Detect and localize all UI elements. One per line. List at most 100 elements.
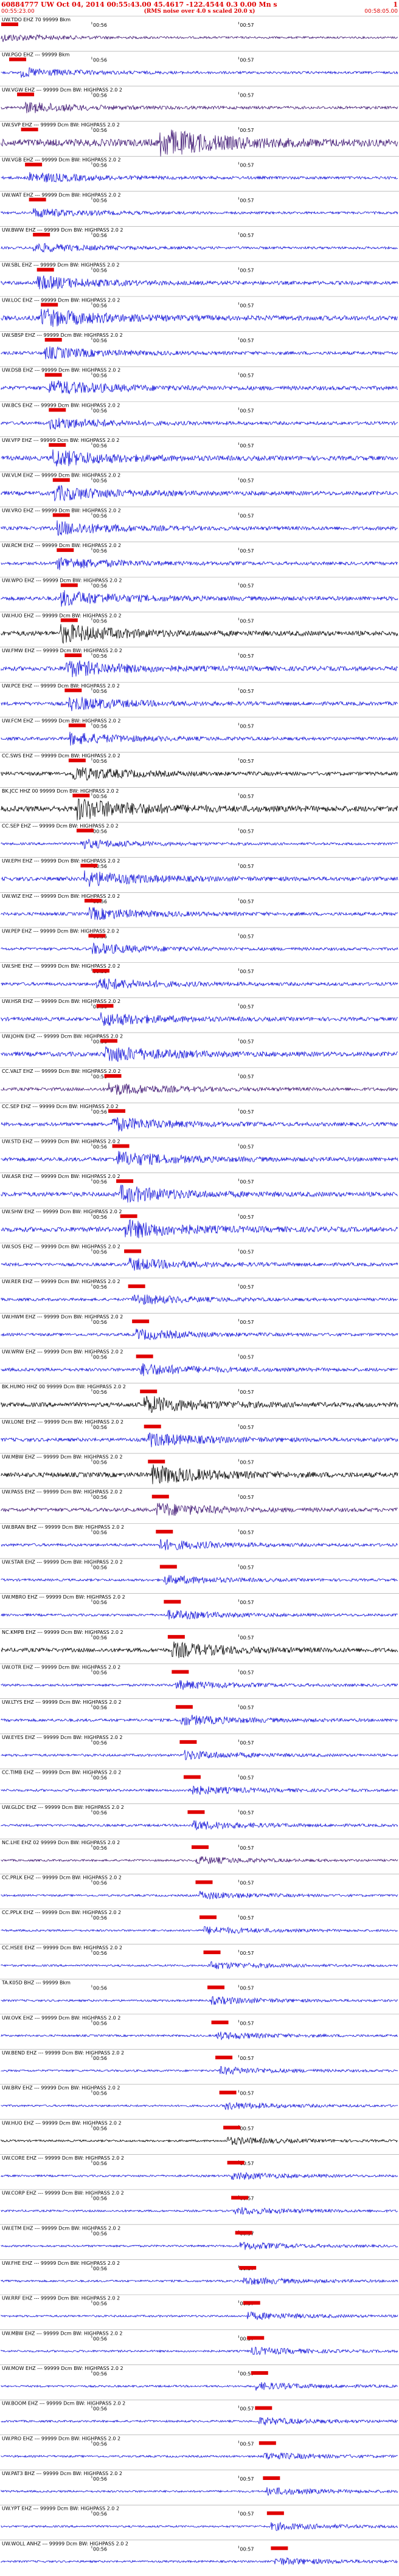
time-tick-label: 00:56 xyxy=(93,1845,107,1851)
time-tick-label: 00:56 xyxy=(93,548,107,554)
time-tick-label: 00:56 xyxy=(93,268,107,274)
time-tick-label: 00:56 xyxy=(93,2231,107,2236)
pick-marker xyxy=(1,22,18,26)
pick-marker xyxy=(76,828,94,833)
time-tick-label: 00:57 xyxy=(240,1495,254,1500)
pick-marker xyxy=(64,653,82,658)
channel-label: UW.CORP EHZ --- 99999 Dcm BW: HIGHPASS 2… xyxy=(2,2191,124,2196)
waveform-trace xyxy=(1,1641,398,1658)
pick-marker xyxy=(116,1179,134,1183)
pick-marker xyxy=(57,548,74,553)
time-tick-label: 00:57 xyxy=(240,1915,254,1921)
time-tick-label: 00:57 xyxy=(240,1775,254,1781)
time-tick-label: 00:57 xyxy=(240,653,254,659)
time-tick-label: 00:56 xyxy=(93,1320,107,1325)
time-tick-label: 00:57 xyxy=(240,2512,254,2517)
pick-marker xyxy=(255,2406,272,2410)
channel-label: UW.WRW EHZ --- 99999 Dcm BW: HIGHPASS 2.… xyxy=(2,1349,123,1355)
waveform-trace xyxy=(1,1396,398,1413)
pick-marker xyxy=(223,2126,241,2130)
rms-note: (RMS noise over 4.0 s scaled 20.0 x) xyxy=(144,9,255,15)
time-tick-label: 00:57 xyxy=(240,1320,254,1325)
pick-marker xyxy=(164,1600,181,1604)
time-tick-label: 00:57 xyxy=(240,408,254,413)
waveform-trace xyxy=(1,449,398,467)
time-tick-label: 00:56 xyxy=(93,1425,107,1430)
channel-label: CC.PRLK EHZ --- 99999 Dcm BW: HIGHPASS 2… xyxy=(2,1875,122,1881)
time-tick-label: 00:56 xyxy=(93,1530,107,1535)
event-title: 60884777 UW Oct 04, 2014 00:55:43.00 45.… xyxy=(1,1,277,9)
time-tick-label: 00:57 xyxy=(240,92,254,98)
pick-marker xyxy=(41,303,58,307)
pick-marker xyxy=(151,1495,169,1499)
waveform-trace xyxy=(1,1117,398,1132)
time-tick-label: 00:57 xyxy=(240,934,254,939)
waveform-trace xyxy=(1,1539,398,1551)
time-tick-label: 00:57 xyxy=(240,128,254,133)
time-tick-label: 00:56 xyxy=(93,1951,107,1956)
time-tick-label: 00:57 xyxy=(240,1986,254,1991)
time-tick-label: 00:57 xyxy=(240,2546,254,2552)
pick-marker xyxy=(100,1039,117,1043)
waveform-trace xyxy=(1,1785,398,1795)
channel-label: UW.EYES EHZ --- 99999 Dcm BW: HIGHPASS 2… xyxy=(2,1735,123,1740)
waveform-trace xyxy=(1,1961,398,1969)
time-tick-label: 00:57 xyxy=(240,1635,254,1641)
waveform-trace xyxy=(1,697,398,711)
pick-marker xyxy=(211,2020,229,2025)
pick-marker xyxy=(96,1004,114,1008)
channel-label: UW.FHE EHZ --- 99999 Dcm BW: HIGHPASS 2.… xyxy=(2,2261,120,2266)
time-tick-label: 00:56 xyxy=(93,1740,107,1746)
pick-marker xyxy=(266,2511,284,2515)
waveform-trace xyxy=(1,2452,398,2460)
time-tick-label: 00:56 xyxy=(93,233,107,238)
time-tick-label: 00:56 xyxy=(93,443,107,449)
pick-marker xyxy=(92,969,109,973)
time-tick-label: 00:56 xyxy=(93,1249,107,1255)
time-tick-label: 00:56 xyxy=(93,1600,107,1605)
waveform-trace xyxy=(1,2521,398,2531)
waveform-trace xyxy=(1,1083,398,1095)
pick-marker xyxy=(215,2055,233,2059)
waveform-trace xyxy=(1,2137,398,2146)
channel-label: UW.PGO EHZ --- 99999 Bkm xyxy=(2,52,70,58)
waveform-trace xyxy=(1,2206,398,2215)
time-tick-label: 00:57 xyxy=(240,303,254,308)
channel-label: TA.K05D BHZ --- 99999 Bkm xyxy=(1,1980,71,1986)
pick-marker xyxy=(195,1880,213,1884)
waveform-trace xyxy=(1,2311,398,2320)
channel-label: UW.SVP EHZ --- 99999 Dcm BW: HIGHPASS 2.… xyxy=(2,122,120,128)
time-tick-label: 00:56 xyxy=(93,2020,107,2026)
pick-marker xyxy=(128,1284,145,1289)
channel-label: CC.PPLK EHZ --- 99999 Dcm BW: HIGHPASS 2… xyxy=(2,1910,121,1915)
time-tick-label: 00:56 xyxy=(93,163,107,168)
time-tick-label: 00:56 xyxy=(93,2056,107,2061)
channel-label: UW.SHW EHZ --- 99999 Dcm BW: HIGHPASS 2.… xyxy=(2,1209,122,1214)
channel-label: UW.RER EHZ --- 99999 Dcm BW: HIGHPASS 2.… xyxy=(2,1279,120,1284)
pick-marker xyxy=(33,233,50,237)
time-tick-label: 00:57 xyxy=(240,163,254,168)
time-tick-label: 00:57 xyxy=(240,22,254,28)
time-tick-label: 00:57 xyxy=(240,723,254,729)
channel-label: UW.BOOM EHZ --- 99999 Dcm BW: HIGHPASS 2… xyxy=(2,2401,125,2406)
time-tick-label: 00:57 xyxy=(240,1004,254,1010)
time-tick-label: 00:56 xyxy=(93,759,107,764)
time-tick-label: 00:56 xyxy=(93,128,107,133)
waveform-trace xyxy=(1,1012,398,1026)
pick-marker xyxy=(247,2336,265,2340)
pick-marker xyxy=(120,1214,137,1218)
waveform-trace xyxy=(1,2381,398,2391)
channel-label: UW.SHE EHZ --- 99999 Dcm BW: HIGHPASS 2.… xyxy=(2,963,120,969)
channel-label: UW.CORE EHZ --- 99999 Dcm BW: HIGHPASS 2… xyxy=(2,2155,124,2161)
time-tick-label: 00:56 xyxy=(93,1810,107,1816)
time-tick-label: 00:56 xyxy=(93,1179,107,1185)
time-tick-label: 00:56 xyxy=(93,58,107,63)
time-tick-label: 00:57 xyxy=(240,2406,254,2412)
channel-label: UW.VLM EHZ --- 99999 Dcm BW: HIGHPASS 2.… xyxy=(2,473,120,478)
pick-marker xyxy=(17,92,35,97)
channel-label: UW.RRF EHZ --- 99999 Dcm BW: HIGHPASS 2.… xyxy=(2,2296,120,2301)
pick-marker xyxy=(172,1670,189,1674)
pick-marker xyxy=(263,2476,280,2480)
waveform-trace xyxy=(1,1464,398,1484)
waveform-trace xyxy=(1,2276,398,2285)
